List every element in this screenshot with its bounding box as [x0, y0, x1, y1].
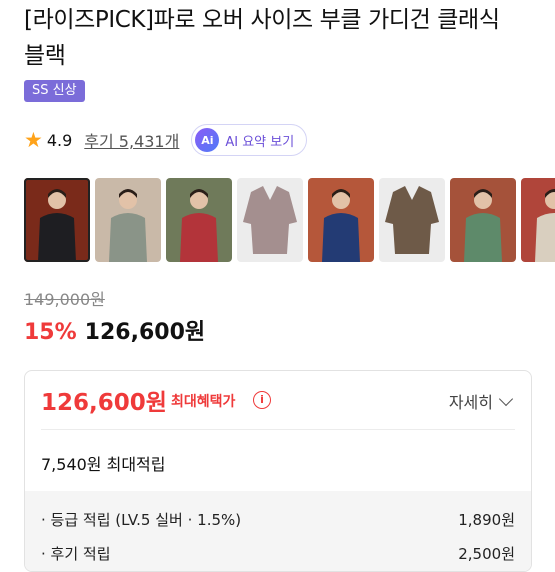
detail-toggle-button[interactable]: 자세히 [448, 389, 514, 413]
breakdown-row: · 후기 적립 2,500원 [41, 543, 515, 567]
thumbnail-image[interactable] [450, 178, 516, 262]
breakdown-value: 2,500원 [458, 545, 515, 563]
thumbnail-art [464, 189, 502, 262]
sale-price: 126,600원 [84, 320, 206, 345]
max-benefit-label: 최대혜택가 [171, 394, 236, 410]
breakdown-label: · 후기 적립 [41, 545, 111, 563]
thumbnail-gallery [24, 178, 555, 262]
ai-icon: Ai [195, 128, 220, 152]
thumbnail-art [385, 186, 439, 254]
thumbnail-image[interactable] [24, 178, 90, 262]
info-icon[interactable]: i [253, 391, 271, 409]
discount-rate: 15% [24, 320, 77, 345]
product-title-line1: [라이즈PICK]파로 오버 사이즈 부클 가디건 클래식 [24, 7, 500, 33]
breakdown-value: 1,890원 [458, 511, 515, 529]
new-season-badge: SS 신상 [24, 80, 85, 102]
thumbnail-art [243, 186, 297, 254]
thumbnail-art [38, 189, 76, 262]
star-icon: ★ [24, 127, 43, 152]
thumbnail-image[interactable] [379, 178, 445, 262]
thumbnail-art [322, 189, 360, 262]
product-title: [라이즈PICK]파로 오버 사이즈 부클 가디건 클래식 블랙 [24, 2, 544, 74]
points-breakdown: · 등급 적립 (LV.5 실버 · 1.5%) 1,890원 · 후기 적립 … [25, 491, 531, 571]
thumbnail-image[interactable] [95, 178, 161, 262]
points-total: 7,540원 최대적립 [41, 455, 166, 474]
price-row: 15% 126,600원 [24, 314, 205, 346]
breakdown-label: · 등급 적립 (LV.5 실버 · 1.5%) [41, 511, 242, 529]
ai-summary-label: AI 요약 보기 [225, 134, 295, 150]
thumbnail-art [180, 189, 218, 262]
benefit-panel: 126,600원 최대혜택가 i 자세히 7,540원 최대적립 · 등급 적립… [24, 370, 532, 572]
chevron-down-icon [498, 391, 514, 406]
thumbnail-art [109, 189, 147, 262]
max-benefit-price: 126,600원 [41, 390, 167, 416]
thumbnail-art [535, 189, 555, 262]
rating-score: 4.9 [46, 130, 73, 150]
thumbnail-image[interactable] [237, 178, 303, 262]
rating-row: ★ 4.9 후기 5,431개 Ai AI 요약 보기 [24, 124, 308, 156]
original-price: 149,000원 [24, 290, 105, 309]
benefit-panel-header: 126,600원 최대혜택가 i 자세히 [25, 371, 531, 429]
divider [41, 429, 515, 430]
thumbnail-image[interactable] [166, 178, 232, 262]
reviews-link[interactable]: 후기 5,431개 [84, 128, 179, 152]
thumbnail-image[interactable] [308, 178, 374, 262]
ai-summary-button[interactable]: Ai AI 요약 보기 [191, 124, 308, 156]
detail-label: 자세히 [448, 393, 493, 412]
product-title-line2: 블랙 [24, 43, 66, 69]
breakdown-row: · 등급 적립 (LV.5 실버 · 1.5%) 1,890원 [41, 509, 515, 533]
thumbnail-image[interactable] [521, 178, 555, 262]
